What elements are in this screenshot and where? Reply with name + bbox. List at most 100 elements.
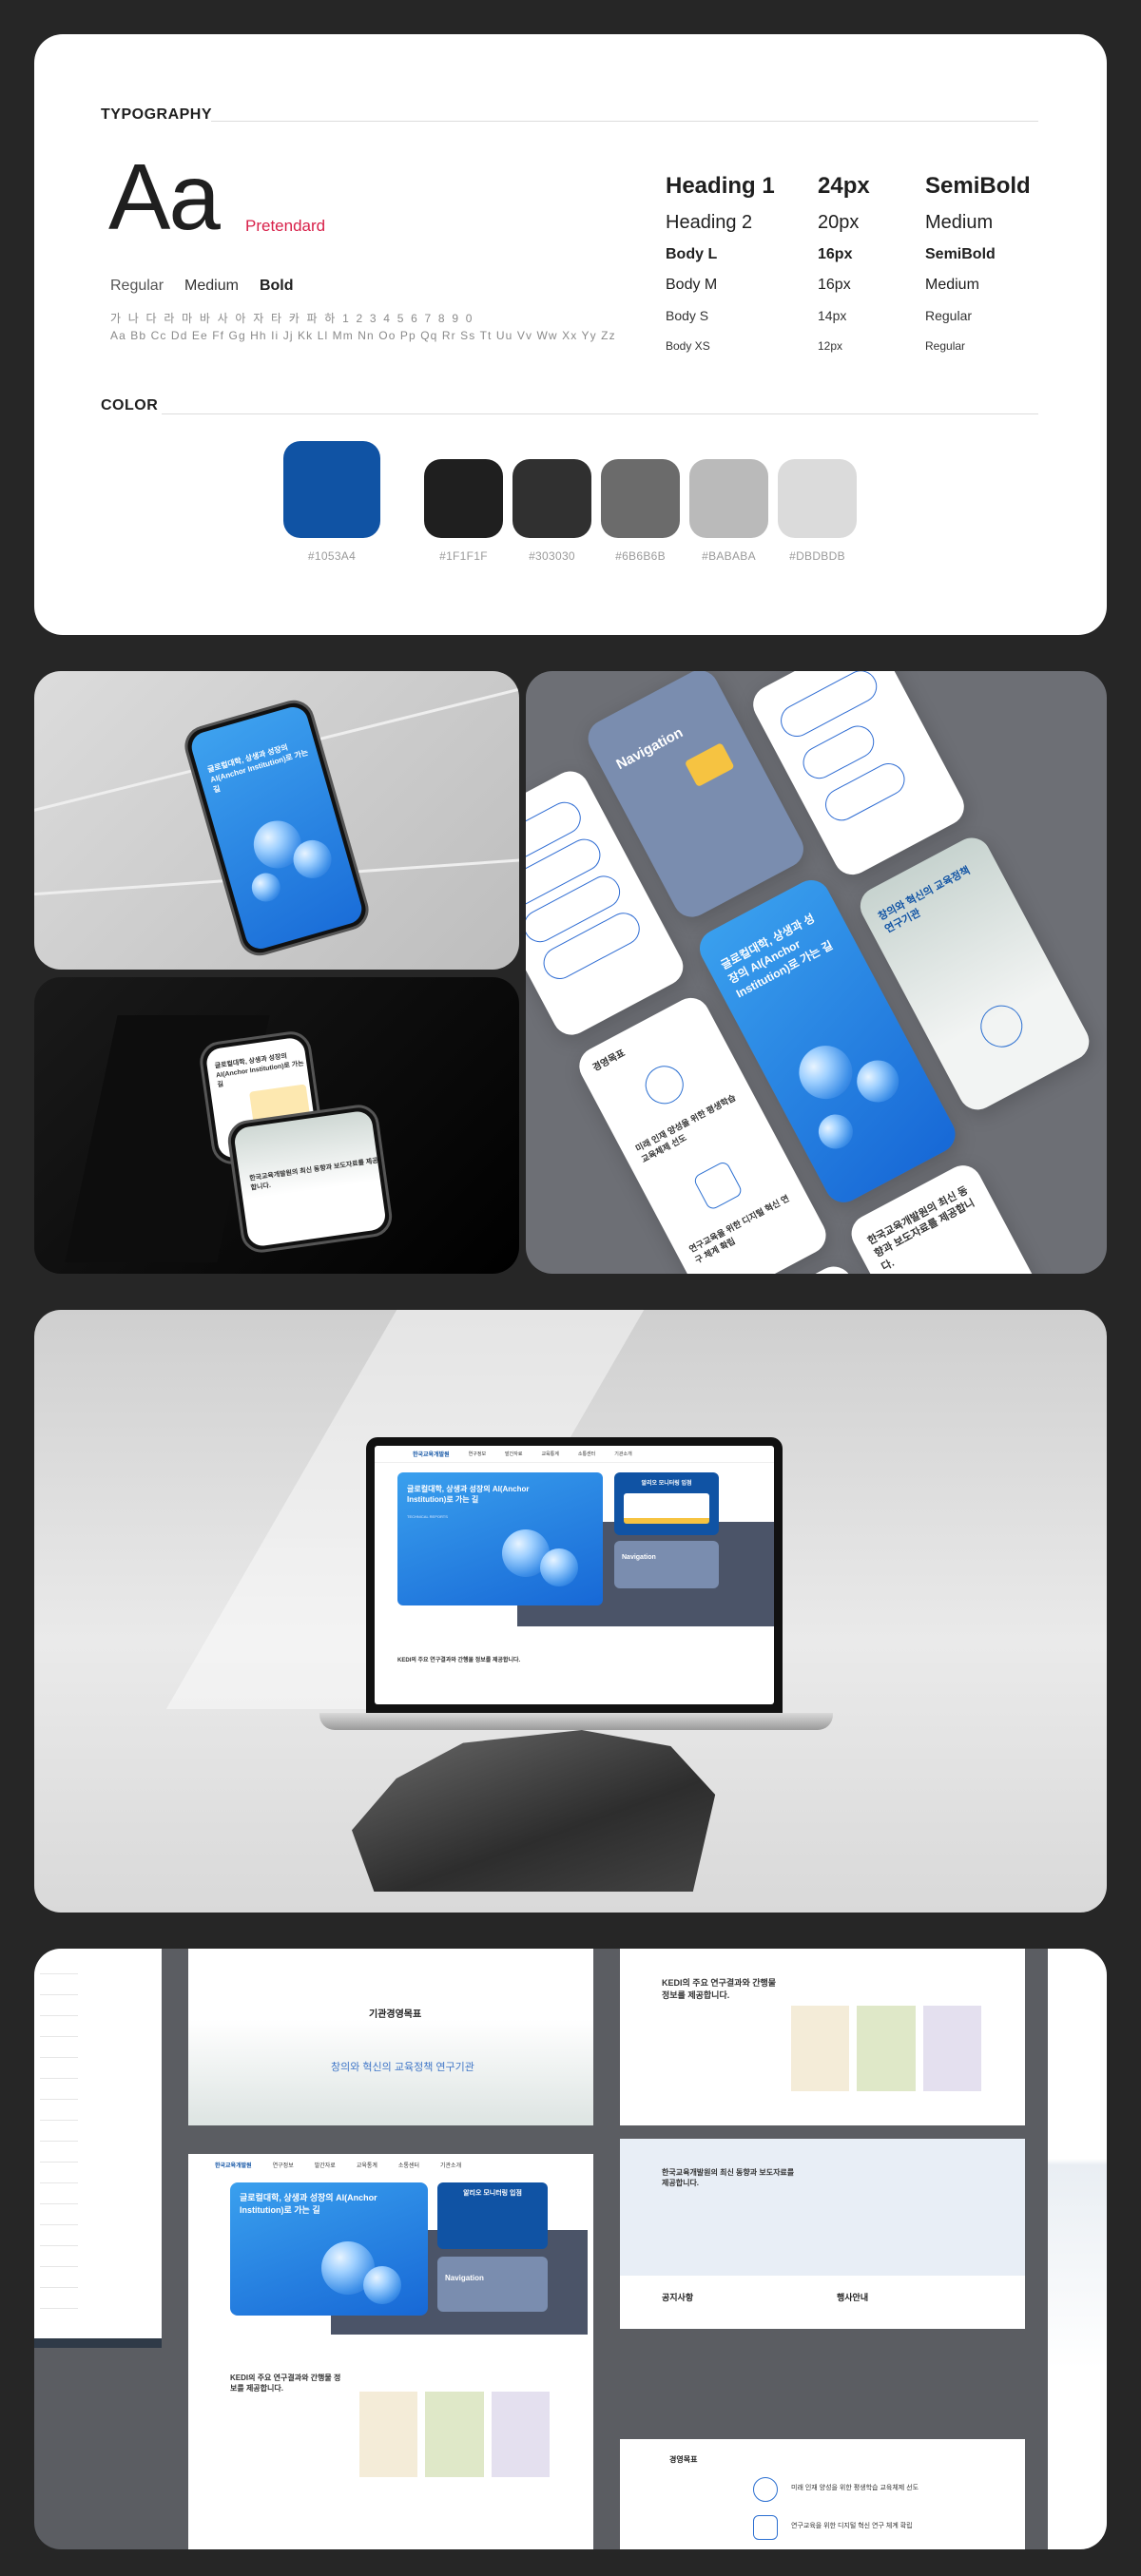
web-pages-panel: 기관경영목표 창의와 혁신의 교육정책 연구기관 한국교육개발원 연구정보 발간… [34, 1949, 1107, 2549]
style-guide-card: TYPOGRAPHY Aa Pretendard Regular Medium … [34, 34, 1107, 635]
korean-glyphs: 가 나 다 라 마 바 사 아 자 타 카 파 하 1 2 3 4 5 6 7 … [110, 312, 474, 325]
laptop-base [319, 1713, 833, 1730]
scale-row-h1: Heading 1 24px SemiBold [666, 173, 1031, 199]
color-divider [162, 413, 1038, 414]
hero-banner: 글로컬대학, 상생과 성장의 AI(Anchor Institution)로 가… [230, 2182, 428, 2316]
navigation-card[interactable]: Navigation [437, 2257, 548, 2312]
goal-2: 연구교육을 위한 디지털 혁신 연구 체계 확립 [687, 1193, 791, 1265]
nav-item[interactable]: 소통센터 [578, 1451, 595, 1457]
phone-pair-panel: 글로컬대학, 상생과 성장의 AI(Anchor Institution)로 가… [34, 977, 519, 1274]
angled-grid: 경영목표 미래 인재 양성을 위한 평생학습 교육체제 선도 연구교육을 위한 … [526, 671, 1107, 1274]
research-title: KEDI의 주요 연구결과와 간행물 정보를 제공합니다. [397, 1658, 521, 1663]
publication-cover[interactable] [857, 2006, 916, 2091]
hero-title: 글로컬대학, 상생과 성장의 AI(Anchor Institution)로 가… [206, 742, 310, 795]
popup-title: 알리오 모니터링 입점 [463, 2190, 522, 2197]
weight-regular: Regular [110, 278, 164, 294]
publication-cover[interactable] [425, 2392, 484, 2477]
popup-card[interactable]: 알리오 모니터링 입점 [614, 1472, 719, 1535]
font-name: Pretendard [245, 217, 326, 235]
font-sample: Aa [108, 144, 221, 249]
publication-cover[interactable] [359, 2392, 418, 2477]
navigation-card[interactable]: Navigation [614, 1541, 719, 1588]
phone-mockup-panel: 글로컬대학, 상생과 성장의 AI(Anchor Institution)로 가… [34, 671, 519, 970]
publication-cover[interactable] [491, 2392, 550, 2477]
hero-banner: 글로컬대학, 상생과 성장의 AI(Anchor Institution)로 가… [397, 1472, 603, 1605]
intro-title: 한국교육개발원의 최신 동향과 보도자료를 제공합니다. [248, 1157, 379, 1192]
cropped-page [1048, 1949, 1107, 2549]
laptop-screen: 한국교육개발원 연구정보 발간자료 교육통계 소통센터 기관소개 글로컬대학, … [366, 1437, 783, 1713]
nav-item[interactable]: 기관소개 [440, 2161, 461, 2169]
bubble-graphic [789, 1036, 862, 1108]
swatch-box [512, 459, 591, 538]
popup-card[interactable]: 알리오 모니터링 입점 [437, 2182, 548, 2249]
bubble-graphic [849, 1052, 906, 1110]
site-header: 한국교육개발원 연구정보 발간자료 교육통계 소통센터 기관소개 [375, 1446, 774, 1463]
research-page: KEDI의 주요 연구결과와 간행물 정보를 제공합니다. [620, 1949, 1025, 2125]
nav-item[interactable]: 발간자료 [315, 2161, 336, 2169]
nav-item[interactable]: 교육통계 [357, 2161, 377, 2169]
nav-item[interactable]: 발간자료 [505, 1451, 522, 1457]
vision-title: 창의와 혁신의 교육정책 연구기관 [331, 2062, 474, 2073]
weight-bold: Bold [259, 278, 294, 294]
navigation-label: Navigation [622, 1554, 656, 1561]
laptop-display: 한국교육개발원 연구정보 발간자료 교육통계 소통센터 기관소개 글로컬대학, … [375, 1446, 774, 1704]
swatch-gray-1: #1F1F1F [424, 459, 503, 563]
footer-bar [34, 2338, 162, 2348]
publication-cover[interactable] [922, 2006, 981, 2091]
circle-icon [753, 2477, 778, 2502]
swatch-gray-5: #DBDBDB [778, 459, 857, 563]
angled-screens-panel: 경영목표 미래 인재 양성을 위한 평생학습 교육체제 선도 연구교육을 위한 … [526, 671, 1107, 1274]
swatch-box [283, 441, 380, 538]
publication-covers [791, 2006, 981, 2091]
hero-title: 글로컬대학, 상생과 성장의 AI(Anchor Institution)로 가… [214, 1052, 305, 1088]
bubble-graphic [540, 1548, 578, 1586]
bubble-graphic [248, 869, 284, 906]
type-scale: Heading 1 24px SemiBold Heading 2 20px M… [666, 167, 1065, 361]
news-band [620, 2139, 1025, 2276]
swatch-box [778, 459, 857, 538]
vision-title: 창의와 혁신의 교육정책 연구기관 [876, 864, 973, 936]
goal-1: 미래 인재 양성을 위한 평생학습 교육체제 선도 [791, 2485, 919, 2491]
phone-screen: 글로컬대학, 상생과 성장의 AI(Anchor Institution)로 가… [187, 703, 366, 952]
goal-1: 미래 인재 양성을 위한 평생학습 교육체제 선도 [633, 1092, 738, 1164]
menu-page [34, 1949, 162, 2348]
swatch-gray-4: #BABABA [689, 459, 768, 563]
circle-icon [973, 997, 1031, 1055]
site-logo[interactable]: 한국교육개발원 [413, 1450, 450, 1458]
swatch-box [601, 459, 680, 538]
goal-2: 연구교육을 위한 디지털 혁신 연구 체계 확립 [791, 2523, 913, 2529]
card-illustration [684, 742, 735, 788]
notice-title: 공지사항 [662, 2293, 694, 2302]
swatch-gray-3: #6B6B6B [601, 459, 680, 563]
phone-screen: 한국교육개발원의 최신 동향과 보도자료를 제공합니다. [232, 1109, 388, 1248]
publication-covers [359, 2392, 550, 2477]
typography-divider [211, 121, 1038, 122]
color-title: COLOR [101, 397, 159, 413]
mgmt-title: 경영목표 [590, 1048, 628, 1074]
mgmt-title: 경영목표 [669, 2455, 698, 2464]
nav-item[interactable]: 연구정보 [469, 1451, 486, 1457]
scale-row-body-s: Body S 14px Regular [666, 308, 973, 323]
font-weights: Regular Medium Bold [110, 278, 293, 295]
nav-item[interactable]: 연구정보 [273, 2161, 294, 2169]
bubble-graphic [812, 1108, 860, 1155]
circle-icon [638, 1059, 690, 1111]
intro-title: 한국교육개발원의 최신 동향과 보도자료를 제공합니다. [662, 2168, 795, 2188]
home-page: 한국교육개발원 연구정보 발간자료 교육통계 소통센터 기관소개 글로컬대학, … [188, 2154, 593, 2549]
hero-title: 글로컬대학, 상생과 성장의 AI(Anchor Institution)로 가… [407, 1485, 530, 1505]
site-logo[interactable]: 한국교육개발원 [215, 2161, 252, 2169]
scale-row-body-xs: Body XS 12px Regular [666, 339, 966, 353]
swatch-box [424, 459, 503, 538]
scale-row-body-m: Body M 16px Medium [666, 277, 979, 293]
research-title: KEDI의 주요 연구결과와 간행물 정보를 제공합니다. [230, 2374, 341, 2393]
navigation-label: Navigation [445, 2274, 484, 2282]
typography-title: TYPOGRAPHY [101, 106, 213, 123]
publication-cover[interactable] [791, 2006, 850, 2091]
nav-item[interactable]: 교육통계 [541, 1451, 558, 1457]
nav-item[interactable]: 기관소개 [614, 1451, 631, 1457]
news-page: 한국교육개발원의 최신 동향과 보도자료를 제공합니다. 공지사항 행사안내 [620, 2139, 1025, 2329]
latin-glyphs: Aa Bb Cc Dd Ee Ff Gg Hh Ii Jj Kk Ll Mm N… [110, 329, 616, 342]
org-title: 기관경영목표 [369, 2009, 422, 2020]
weight-medium: Medium [184, 278, 239, 294]
nav-item[interactable]: 소통센터 [398, 2161, 419, 2169]
